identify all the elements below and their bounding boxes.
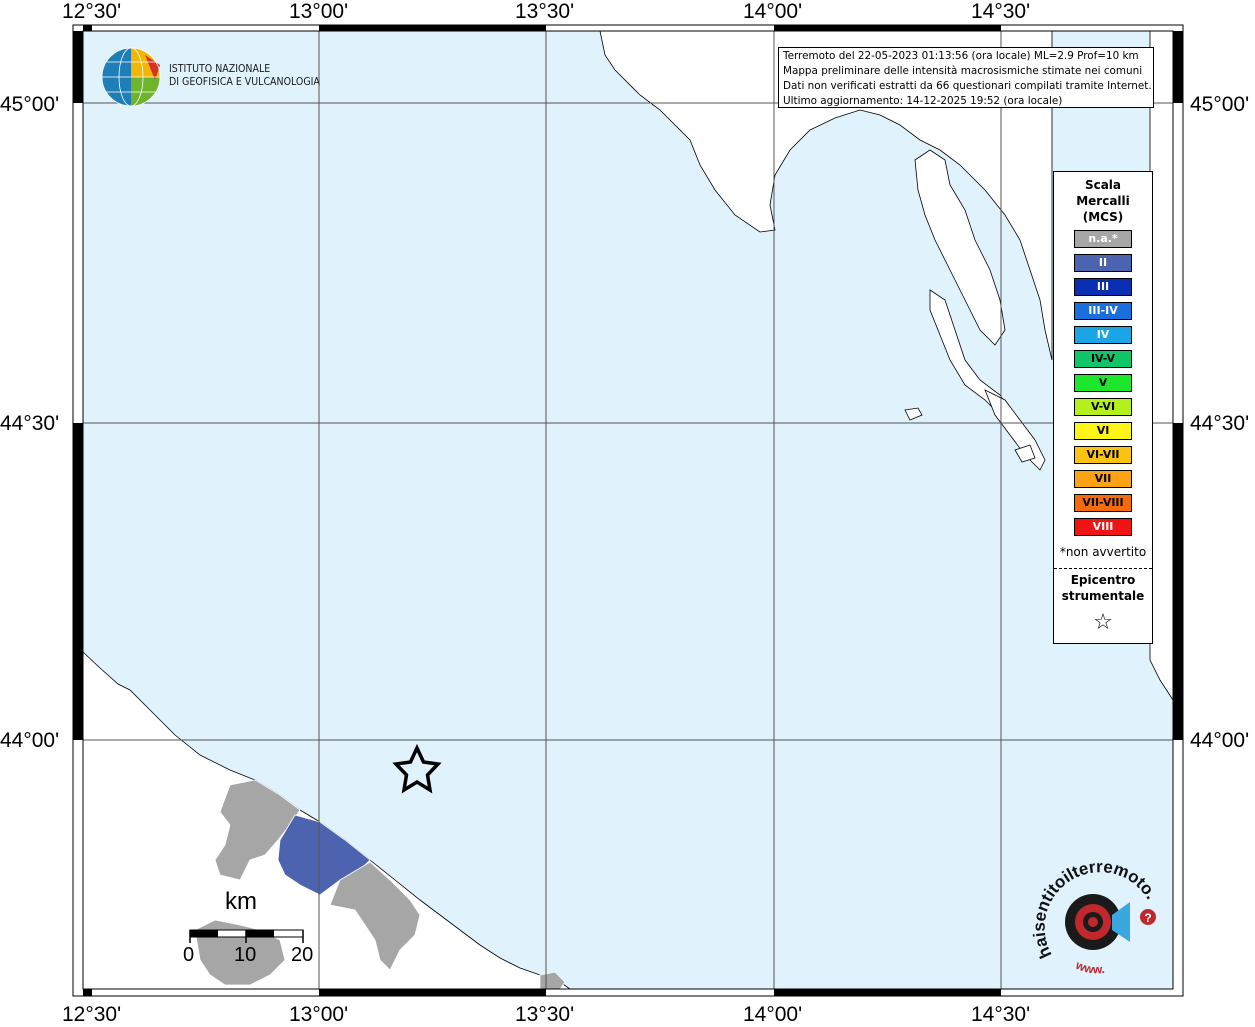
legend-swatch: III-IV bbox=[1074, 302, 1132, 320]
legend-separator bbox=[1054, 568, 1152, 569]
ingv-globe-icon bbox=[101, 47, 161, 107]
legend-swatch: II bbox=[1074, 254, 1132, 272]
legend-swatch: VI bbox=[1074, 422, 1132, 440]
legend-star-icon: ☆ bbox=[1093, 610, 1113, 635]
lat-label-left-3: 44°00' bbox=[0, 729, 60, 752]
legend-note: *non avvertito bbox=[1059, 545, 1147, 559]
lat-label-right-1: 45°00' bbox=[1190, 93, 1250, 116]
legend-swatch: VI-VII bbox=[1074, 446, 1132, 464]
ingv-logo-text: ISTITUTO NAZIONALE DI GEOFISICA E VULCAN… bbox=[169, 63, 320, 89]
lat-label-left-1: 45°00' bbox=[0, 93, 60, 116]
scale-bar-label-10: 10 bbox=[234, 944, 257, 966]
croatia-land-east bbox=[1149, 30, 1174, 702]
mcs-legend: Scala Mercalli (MCS) n.a.* II III III-IV IV I… bbox=[1053, 171, 1153, 644]
lon-label-top-5: 14°30' bbox=[971, 0, 1031, 23]
legend-swatch: V bbox=[1074, 374, 1132, 392]
legend-epicenter-title-2: strumentale bbox=[1061, 589, 1145, 603]
earthquake-info-box: Terremoto del 22-05-2023 01:13:56 (ora l… bbox=[778, 47, 1154, 108]
haisentito-logo: haisentitoilterremoto.it www. ? bbox=[1030, 860, 1161, 977]
svg-text:?: ? bbox=[1144, 911, 1151, 925]
legend-swatch: VII bbox=[1074, 470, 1132, 488]
scale-bar-label-0: 0 bbox=[183, 944, 195, 966]
lon-label-top-1: 12°30' bbox=[62, 0, 122, 23]
legend-epicenter-title: Epicentro strumentale bbox=[1054, 572, 1152, 604]
lon-label-bottom-2: 13°00' bbox=[289, 1003, 349, 1026]
info-line-4: Ultimo aggiornamento: 14-12-2025 19:52 (… bbox=[783, 95, 1063, 107]
legend-title: Scala Mercalli (MCS) bbox=[1054, 177, 1152, 225]
scale-bar-label-20: 20 bbox=[291, 944, 314, 966]
legend-swatch: VII-VIII bbox=[1074, 494, 1132, 512]
info-line-3: Dati non verificati estratti da 66 quest… bbox=[783, 80, 1152, 92]
scale-bar-unit: km bbox=[225, 888, 257, 915]
lon-label-bottom-4: 14°00' bbox=[743, 1003, 803, 1026]
haisentito-www: www. bbox=[1073, 958, 1106, 977]
lon-label-bottom-5: 14°30' bbox=[971, 1003, 1031, 1026]
legend-swatch: III bbox=[1074, 278, 1132, 296]
ingv-line-2: DI GEOFISICA E VULCANOLOGIA bbox=[169, 76, 320, 88]
legend-epicenter-title-1: Epicentro bbox=[1070, 573, 1136, 587]
lon-label-bottom-1: 12°30' bbox=[62, 1003, 122, 1026]
legend-swatch: IV bbox=[1074, 326, 1132, 344]
lon-label-top-3: 13°30' bbox=[515, 0, 575, 23]
legend-swatch: VIII bbox=[1074, 518, 1132, 536]
lon-label-bottom-3: 13°30' bbox=[515, 1003, 575, 1026]
lat-label-right-3: 44°00' bbox=[1190, 729, 1250, 752]
lon-label-top-2: 13°00' bbox=[289, 0, 349, 23]
legend-swatch: IV-V bbox=[1074, 350, 1132, 368]
legend-swatch: V-VI bbox=[1074, 398, 1132, 416]
legend-title-3: (MCS) bbox=[1082, 210, 1124, 224]
lon-label-top-4: 14°00' bbox=[743, 0, 803, 23]
info-line-2: Mappa preliminare delle intensità macros… bbox=[783, 65, 1143, 77]
lat-label-left-2: 44°30' bbox=[0, 412, 60, 435]
legend-title-2: Mercalli bbox=[1076, 194, 1130, 208]
legend-swatch: n.a.* bbox=[1074, 230, 1132, 248]
lat-label-right-2: 44°30' bbox=[1190, 412, 1250, 435]
ingv-line-1: ISTITUTO NAZIONALE bbox=[169, 63, 271, 75]
info-line-1: Terremoto del 22-05-2023 01:13:56 (ora l… bbox=[783, 50, 1139, 62]
legend-title-1: Scala bbox=[1084, 178, 1122, 192]
